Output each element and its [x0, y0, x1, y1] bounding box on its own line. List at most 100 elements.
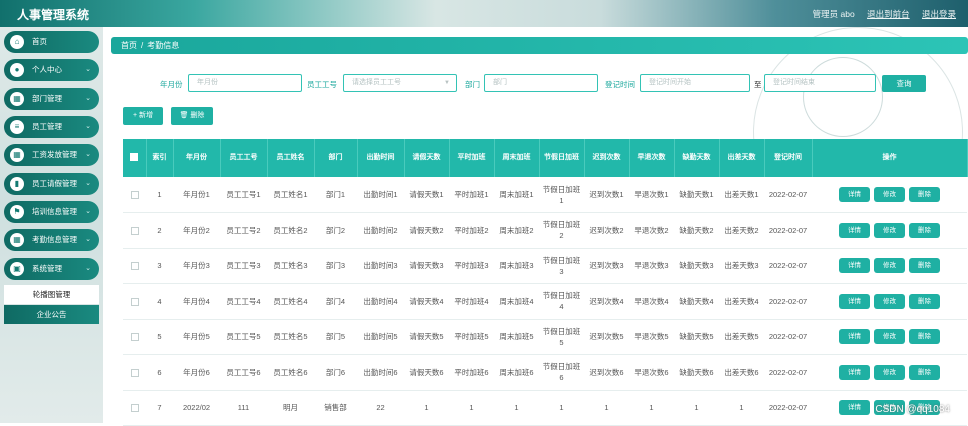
- select-all-checkbox[interactable]: [123, 139, 147, 177]
- table-cell: 出差天数2: [719, 212, 764, 249]
- table-cell: 请假天数6: [404, 354, 449, 391]
- dept-input[interactable]: 部门: [484, 74, 598, 92]
- table-cell: 4: [146, 283, 173, 320]
- table-cell: 出差天数5: [719, 319, 764, 355]
- table-cell: 2022-02-07: [764, 354, 812, 391]
- regtime-start-input[interactable]: 登记时间开始: [640, 74, 750, 92]
- chart-icon: ▮: [10, 177, 24, 191]
- table-cell: 22: [357, 390, 404, 426]
- sidebar-item[interactable]: ▦ 考勤信息管理 ⌄: [4, 229, 99, 251]
- detail-button[interactable]: 详情: [839, 364, 870, 380]
- row-checkbox[interactable]: [130, 404, 139, 413]
- row-checkbox-cell[interactable]: [123, 390, 146, 426]
- sidebar-subitem[interactable]: 企业公告: [4, 305, 99, 324]
- row-delete-button[interactable]: 删除: [909, 258, 940, 274]
- back-to-front-link[interactable]: 退出到前台: [867, 9, 910, 19]
- sidebar-subitem[interactable]: 轮播图管理: [4, 285, 99, 304]
- sidebar-item-label: 首页: [32, 37, 47, 46]
- row-actions: 详情 修改 删除: [812, 354, 967, 391]
- row-checkbox[interactable]: [130, 191, 139, 200]
- column-header: 出勤时间: [357, 139, 405, 177]
- row-delete-button[interactable]: 删除: [909, 187, 940, 202]
- dept-label: 部门: [465, 80, 480, 89]
- row-delete-button[interactable]: 删除: [909, 293, 940, 309]
- row-checkbox-cell[interactable]: [123, 283, 146, 320]
- sidebar-item[interactable]: ▮ 员工请假管理 ⌄: [4, 173, 99, 195]
- logout-link[interactable]: 退出登录: [922, 9, 956, 19]
- query-button[interactable]: 查询: [882, 75, 926, 92]
- sidebar-item[interactable]: ⚑ 培训信息管理 ⌄: [4, 201, 99, 223]
- table-cell: 6: [146, 354, 173, 391]
- table-cell: 出勤时间6: [357, 354, 404, 391]
- table-cell: 迟到次数3: [584, 248, 629, 284]
- sidebar-item[interactable]: ▦ 工资发放管理 ⌄: [4, 144, 99, 166]
- row-actions: 详情 修改 删除: [812, 177, 967, 213]
- top-bar: 人事管理系统 管理员 abo 退出到前台 退出登录: [0, 0, 968, 27]
- row-delete-button[interactable]: 删除: [909, 364, 940, 380]
- row-delete-button[interactable]: 删除: [909, 329, 940, 345]
- table-row: 1 年月份1 员工工号1 员工姓名1 部门1 出勤时间1 请假天数1 平时加班1 周末加班1 节假…: [123, 177, 967, 213]
- row-delete-button[interactable]: 删除: [909, 222, 940, 238]
- table-cell: 迟到次数5: [584, 319, 629, 355]
- sidebar-item[interactable]: ▣ 系统管理 ⌄: [4, 258, 99, 280]
- row-checkbox[interactable]: [130, 333, 139, 342]
- detail-button[interactable]: 详情: [839, 329, 870, 345]
- table-cell: 部门6: [314, 354, 357, 391]
- row-checkbox-cell[interactable]: [123, 177, 146, 213]
- table-cell: 员工工号1: [220, 177, 267, 213]
- table-cell: 出差天数1: [719, 177, 764, 213]
- attendance-table: 索引 年月份 员工工号 员工姓名 部门 出勤时间 请假天数 平时加班 周末加班 节假日加班 迟到次数…: [123, 139, 968, 426]
- breadcrumb: 首页 / 考勤信息: [111, 37, 968, 54]
- table-cell: 2022-02-07: [764, 390, 812, 426]
- table-cell: 缺勤天数4: [674, 283, 719, 320]
- table-cell: 2: [146, 212, 173, 249]
- add-button[interactable]: + 新增: [123, 107, 163, 125]
- detail-button[interactable]: 详情: [839, 400, 870, 416]
- detail-button[interactable]: 详情: [839, 258, 870, 274]
- row-checkbox[interactable]: [130, 262, 139, 271]
- table-cell: 2022-02-07: [764, 319, 812, 355]
- row-checkbox-cell[interactable]: [123, 248, 146, 284]
- row-checkbox-cell[interactable]: [123, 319, 146, 355]
- sidebar-item[interactable]: ≡ 员工管理 ⌄: [4, 116, 99, 138]
- sidebar-item[interactable]: ⌂ 首页: [4, 31, 99, 53]
- detail-button[interactable]: 详情: [839, 187, 870, 202]
- flag-icon: ⚑: [10, 205, 24, 219]
- table-cell: 年月份6: [173, 354, 220, 391]
- row-checkbox[interactable]: [130, 297, 139, 306]
- empno-select[interactable]: 请选择员工工号 ▼: [343, 74, 457, 92]
- table-cell: 2022-02-07: [764, 177, 812, 213]
- edit-button[interactable]: 修改: [874, 187, 905, 202]
- row-checkbox[interactable]: [130, 368, 139, 377]
- month-input[interactable]: 年月份: [188, 74, 302, 92]
- edit-button[interactable]: 修改: [874, 222, 905, 238]
- breadcrumb-home[interactable]: 首页: [121, 41, 137, 50]
- grid-icon: ▦: [10, 233, 24, 247]
- table-cell: 部门2: [314, 212, 357, 249]
- table-cell: 1: [404, 390, 449, 426]
- checkbox-icon[interactable]: [130, 153, 139, 162]
- row-checkbox[interactable]: [130, 226, 139, 235]
- sidebar: ⌂ 首页 ● 个人中心 ⌄ ▦ 部门管理 ⌄ ≡ 员工管理 ⌄ ▦ 工资发放管理 ⌄ ▮ 员工请假管理 ⌄ ⚑ 培训…: [0, 27, 103, 423]
- row-checkbox-cell[interactable]: [123, 212, 146, 249]
- edit-button[interactable]: 修改: [874, 293, 905, 309]
- sidebar-item[interactable]: ● 个人中心 ⌄: [4, 59, 99, 81]
- table-cell: 员工工号2: [220, 212, 267, 249]
- detail-button[interactable]: 详情: [839, 222, 870, 238]
- detail-button[interactable]: 详情: [839, 293, 870, 309]
- empno-label: 员工工号: [307, 80, 337, 89]
- regtime-end-input[interactable]: 登记时间结束: [764, 74, 876, 92]
- edit-button[interactable]: 修改: [874, 364, 905, 380]
- table-cell: 出勤时间5: [357, 319, 404, 355]
- column-header: 部门: [314, 139, 358, 177]
- sidebar-item[interactable]: ▦ 部门管理 ⌄: [4, 88, 99, 110]
- edit-button[interactable]: 修改: [874, 258, 905, 274]
- delete-button[interactable]: 🗑 删除: [171, 107, 213, 125]
- table-cell: 员工姓名2: [267, 212, 314, 249]
- edit-button[interactable]: 修改: [874, 329, 905, 345]
- table-cell: 迟到次数1: [584, 177, 629, 213]
- row-checkbox-cell[interactable]: [123, 354, 146, 391]
- column-header: 登记时间: [764, 139, 813, 177]
- column-header: 平时加班: [449, 139, 495, 177]
- home-icon: ⌂: [10, 35, 24, 49]
